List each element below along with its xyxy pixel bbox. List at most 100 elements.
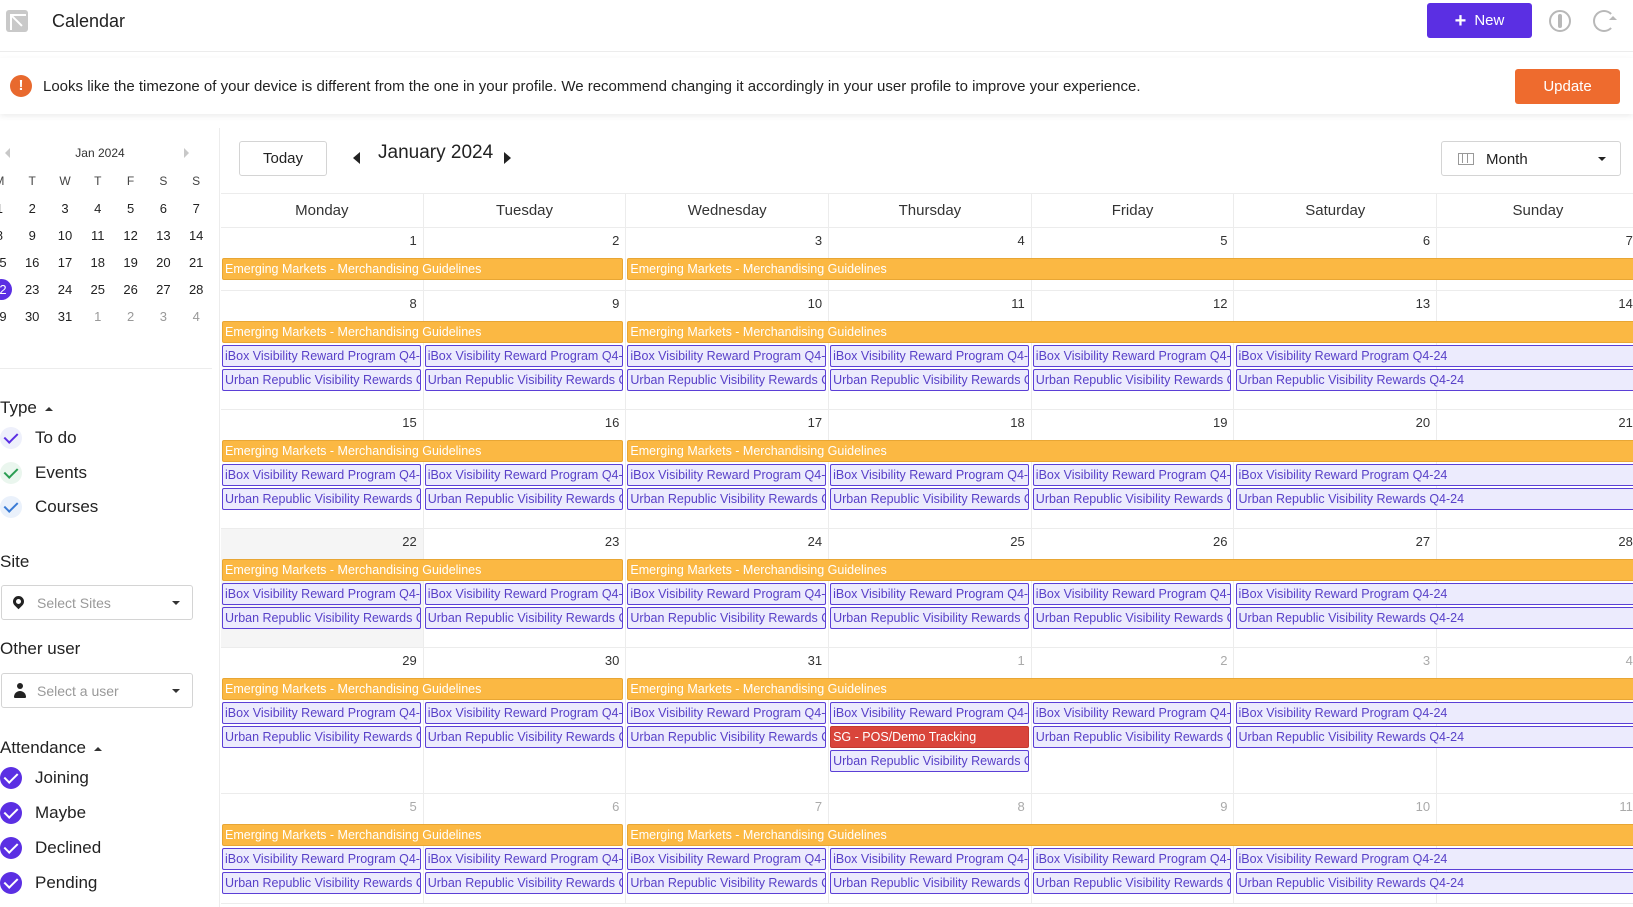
event-emerging-markets[interactable]: Emerging Markets - Merchandising Guideli… bbox=[627, 678, 1633, 700]
event-urban-republic[interactable]: Urban Republic Visibility Rewards Q4-24 bbox=[1032, 607, 1232, 629]
mini-day[interactable]: 4 bbox=[81, 195, 114, 222]
event-urban-republic[interactable]: Urban Republic Visibility Rewards Q4-24 bbox=[1032, 726, 1232, 748]
event-ibox-visibility[interactable]: iBox Visibility Reward Program Q4-24 bbox=[1032, 848, 1232, 870]
event-urban-republic[interactable]: Urban Republic Visibility Rewards Q4-24 bbox=[1235, 488, 1633, 510]
event-urban-republic[interactable]: Urban Republic Visibility Rewards Q4-24 bbox=[1235, 369, 1633, 391]
refresh-icon[interactable] bbox=[1593, 10, 1617, 32]
event-emerging-markets[interactable]: Emerging Markets - Merchandising Guideli… bbox=[627, 321, 1633, 343]
mini-day[interactable]: 19 bbox=[114, 249, 147, 276]
mini-day[interactable]: 24 bbox=[49, 276, 82, 303]
mini-day[interactable]: 11 bbox=[81, 222, 114, 249]
new-button[interactable]: + New bbox=[1427, 3, 1532, 38]
event-ibox-visibility[interactable]: iBox Visibility Reward Program Q4-24 bbox=[424, 464, 624, 486]
mini-day[interactable]: 3 bbox=[147, 303, 180, 330]
event-ibox-visibility[interactable]: iBox Visibility Reward Program Q4-24 bbox=[627, 702, 827, 724]
event-ibox-visibility[interactable]: iBox Visibility Reward Program Q4-24 bbox=[1032, 583, 1232, 605]
event-ibox-visibility[interactable]: iBox Visibility Reward Program Q4-24 bbox=[1235, 583, 1633, 605]
event-ibox-visibility[interactable]: iBox Visibility Reward Program Q4-24 bbox=[1032, 702, 1232, 724]
event-urban-republic[interactable]: Urban Republic Visibility Rewards Q4-24 bbox=[627, 369, 827, 391]
event-ibox-visibility[interactable]: iBox Visibility Reward Program Q4-24 bbox=[627, 583, 827, 605]
today-button[interactable]: Today bbox=[239, 141, 327, 176]
mini-day[interactable]: 23 bbox=[16, 276, 49, 303]
attendance-filter-title[interactable]: Attendance bbox=[0, 738, 103, 758]
filter-courses[interactable]: Courses bbox=[0, 494, 98, 520]
mini-day[interactable]: 2 bbox=[114, 303, 147, 330]
mini-day[interactable]: 21 bbox=[180, 249, 213, 276]
mini-day[interactable]: 22 bbox=[0, 276, 16, 303]
mini-day[interactable]: 14 bbox=[180, 222, 213, 249]
event-urban-republic[interactable]: Urban Republic Visibility Rewards Q4-24 bbox=[222, 872, 421, 894]
mini-day[interactable]: 26 bbox=[114, 276, 147, 303]
prev-month-icon[interactable] bbox=[353, 152, 360, 164]
event-ibox-visibility[interactable]: iBox Visibility Reward Program Q4-24 bbox=[627, 345, 827, 367]
event-urban-republic[interactable]: Urban Republic Visibility Rewards Q4-24 bbox=[1032, 369, 1232, 391]
mini-day[interactable]: 25 bbox=[81, 276, 114, 303]
event-urban-republic[interactable]: Urban Republic Visibility Rewards Q4-24 bbox=[830, 750, 1029, 772]
mini-day[interactable]: 28 bbox=[180, 276, 213, 303]
event-urban-republic[interactable]: Urban Republic Visibility Rewards Q4-24 bbox=[830, 607, 1029, 629]
event-emerging-markets[interactable]: Emerging Markets - Merchandising Guideli… bbox=[222, 321, 624, 343]
event-ibox-visibility[interactable]: iBox Visibility Reward Program Q4-24 bbox=[424, 848, 624, 870]
event-urban-republic[interactable]: Urban Republic Visibility Rewards Q4-24 bbox=[222, 607, 421, 629]
event-urban-republic[interactable]: Urban Republic Visibility Rewards Q4-24 bbox=[627, 488, 827, 510]
event-urban-republic[interactable]: Urban Republic Visibility Rewards Q4-24 bbox=[1235, 726, 1633, 748]
event-ibox-visibility[interactable]: iBox Visibility Reward Program Q4-24 bbox=[222, 464, 421, 486]
mini-day[interactable]: 12 bbox=[114, 222, 147, 249]
mini-day[interactable]: 15 bbox=[0, 249, 16, 276]
filter-pending[interactable]: Pending bbox=[0, 870, 97, 896]
next-month-icon[interactable] bbox=[504, 152, 511, 164]
event-urban-republic[interactable]: Urban Republic Visibility Rewards Q4-24 bbox=[1032, 872, 1232, 894]
mini-day[interactable]: 8 bbox=[0, 222, 16, 249]
mini-day[interactable]: 4 bbox=[180, 303, 213, 330]
event-urban-republic[interactable]: Urban Republic Visibility Rewards Q4-24 bbox=[627, 607, 827, 629]
event-urban-republic[interactable]: Urban Republic Visibility Rewards Q4-24 bbox=[222, 488, 421, 510]
event-urban-republic[interactable]: Urban Republic Visibility Rewards Q4-24 bbox=[424, 607, 624, 629]
event-emerging-markets[interactable]: Emerging Markets - Merchandising Guideli… bbox=[627, 824, 1633, 846]
event-emerging-markets[interactable]: Emerging Markets - Merchandising Guideli… bbox=[222, 824, 624, 846]
user-select[interactable]: Select a user bbox=[1, 673, 193, 708]
mini-day[interactable]: 30 bbox=[16, 303, 49, 330]
mini-day[interactable]: 5 bbox=[114, 195, 147, 222]
mini-day[interactable]: 7 bbox=[180, 195, 213, 222]
event-urban-republic[interactable]: Urban Republic Visibility Rewards Q4-24 bbox=[424, 726, 624, 748]
mini-day[interactable]: 27 bbox=[147, 276, 180, 303]
event-ibox-visibility[interactable]: iBox Visibility Reward Program Q4-24 bbox=[1032, 464, 1232, 486]
event-ibox-visibility[interactable]: iBox Visibility Reward Program Q4-24 bbox=[1235, 702, 1633, 724]
event-ibox-visibility[interactable]: iBox Visibility Reward Program Q4-24 bbox=[424, 702, 624, 724]
filter-events[interactable]: Events bbox=[0, 460, 87, 486]
mini-day[interactable]: 18 bbox=[81, 249, 114, 276]
mini-next-icon[interactable] bbox=[184, 148, 194, 158]
update-button[interactable]: Update bbox=[1515, 69, 1620, 104]
event-urban-republic[interactable]: Urban Republic Visibility Rewards Q4-24 bbox=[1032, 488, 1232, 510]
event-emerging-markets[interactable]: Emerging Markets - Merchandising Guideli… bbox=[222, 678, 624, 700]
mini-prev-icon[interactable] bbox=[0, 148, 10, 158]
event-ibox-visibility[interactable]: iBox Visibility Reward Program Q4-24 bbox=[222, 583, 421, 605]
event-ibox-visibility[interactable]: iBox Visibility Reward Program Q4-24 bbox=[1032, 345, 1232, 367]
event-ibox-visibility[interactable]: iBox Visibility Reward Program Q4-24 bbox=[830, 464, 1029, 486]
timezone-icon[interactable] bbox=[1549, 10, 1571, 32]
mini-day[interactable]: 16 bbox=[16, 249, 49, 276]
filter-todo[interactable]: To do bbox=[0, 425, 77, 451]
event-urban-republic[interactable]: Urban Republic Visibility Rewards Q4-24 bbox=[222, 369, 421, 391]
mini-day[interactable]: 6 bbox=[147, 195, 180, 222]
event-urban-republic[interactable]: Urban Republic Visibility Rewards Q4-24 bbox=[424, 872, 624, 894]
event-urban-republic[interactable]: Urban Republic Visibility Rewards Q4-24 bbox=[222, 726, 421, 748]
event-ibox-visibility[interactable]: iBox Visibility Reward Program Q4-24 bbox=[222, 345, 421, 367]
event-emerging-markets[interactable]: Emerging Markets - Merchandising Guideli… bbox=[222, 258, 624, 280]
event-urban-republic[interactable]: Urban Republic Visibility Rewards Q4-24 bbox=[627, 872, 827, 894]
filter-declined[interactable]: Declined bbox=[0, 835, 101, 861]
filter-joining[interactable]: Joining bbox=[0, 765, 89, 791]
event-emerging-markets[interactable]: Emerging Markets - Merchandising Guideli… bbox=[627, 258, 1633, 280]
mini-day[interactable]: 10 bbox=[49, 222, 82, 249]
mini-day[interactable]: 1 bbox=[81, 303, 114, 330]
event-ibox-visibility[interactable]: iBox Visibility Reward Program Q4-24 bbox=[627, 464, 827, 486]
event-ibox-visibility[interactable]: iBox Visibility Reward Program Q4-24 bbox=[830, 345, 1029, 367]
event-urban-republic[interactable]: Urban Republic Visibility Rewards Q4-24 bbox=[830, 488, 1029, 510]
event-urban-republic[interactable]: Urban Republic Visibility Rewards Q4-24 bbox=[1235, 607, 1633, 629]
expand-icon[interactable] bbox=[6, 10, 28, 32]
event-ibox-visibility[interactable]: iBox Visibility Reward Program Q4-24 bbox=[424, 583, 624, 605]
event-urban-republic[interactable]: Urban Republic Visibility Rewards Q4-24 bbox=[830, 872, 1029, 894]
mini-day[interactable]: 3 bbox=[49, 195, 82, 222]
event-urban-republic[interactable]: Urban Republic Visibility Rewards Q4-24 bbox=[424, 369, 624, 391]
event-urban-republic[interactable]: Urban Republic Visibility Rewards Q4-24 bbox=[830, 369, 1029, 391]
